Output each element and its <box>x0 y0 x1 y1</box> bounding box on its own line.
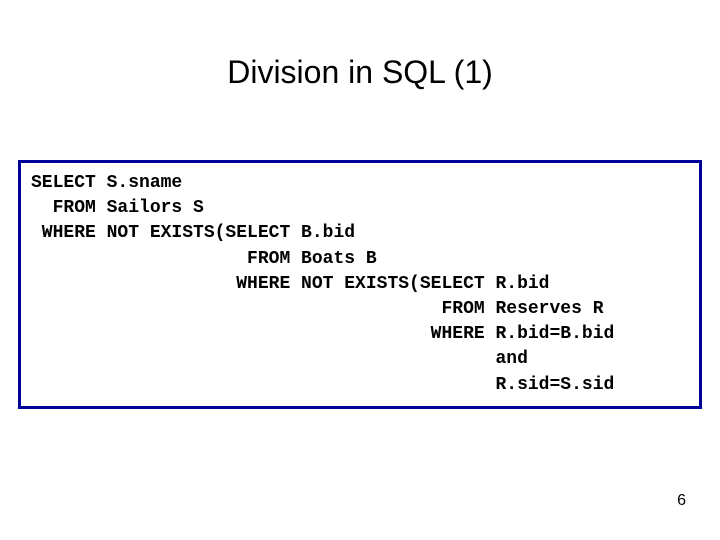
page-number: 6 <box>677 492 686 510</box>
slide-title: Division in SQL (1) <box>0 0 720 91</box>
slide: Division in SQL (1) SELECT S.sname FROM … <box>0 0 720 540</box>
sql-code-block: SELECT S.sname FROM Sailors S WHERE NOT … <box>18 160 702 409</box>
